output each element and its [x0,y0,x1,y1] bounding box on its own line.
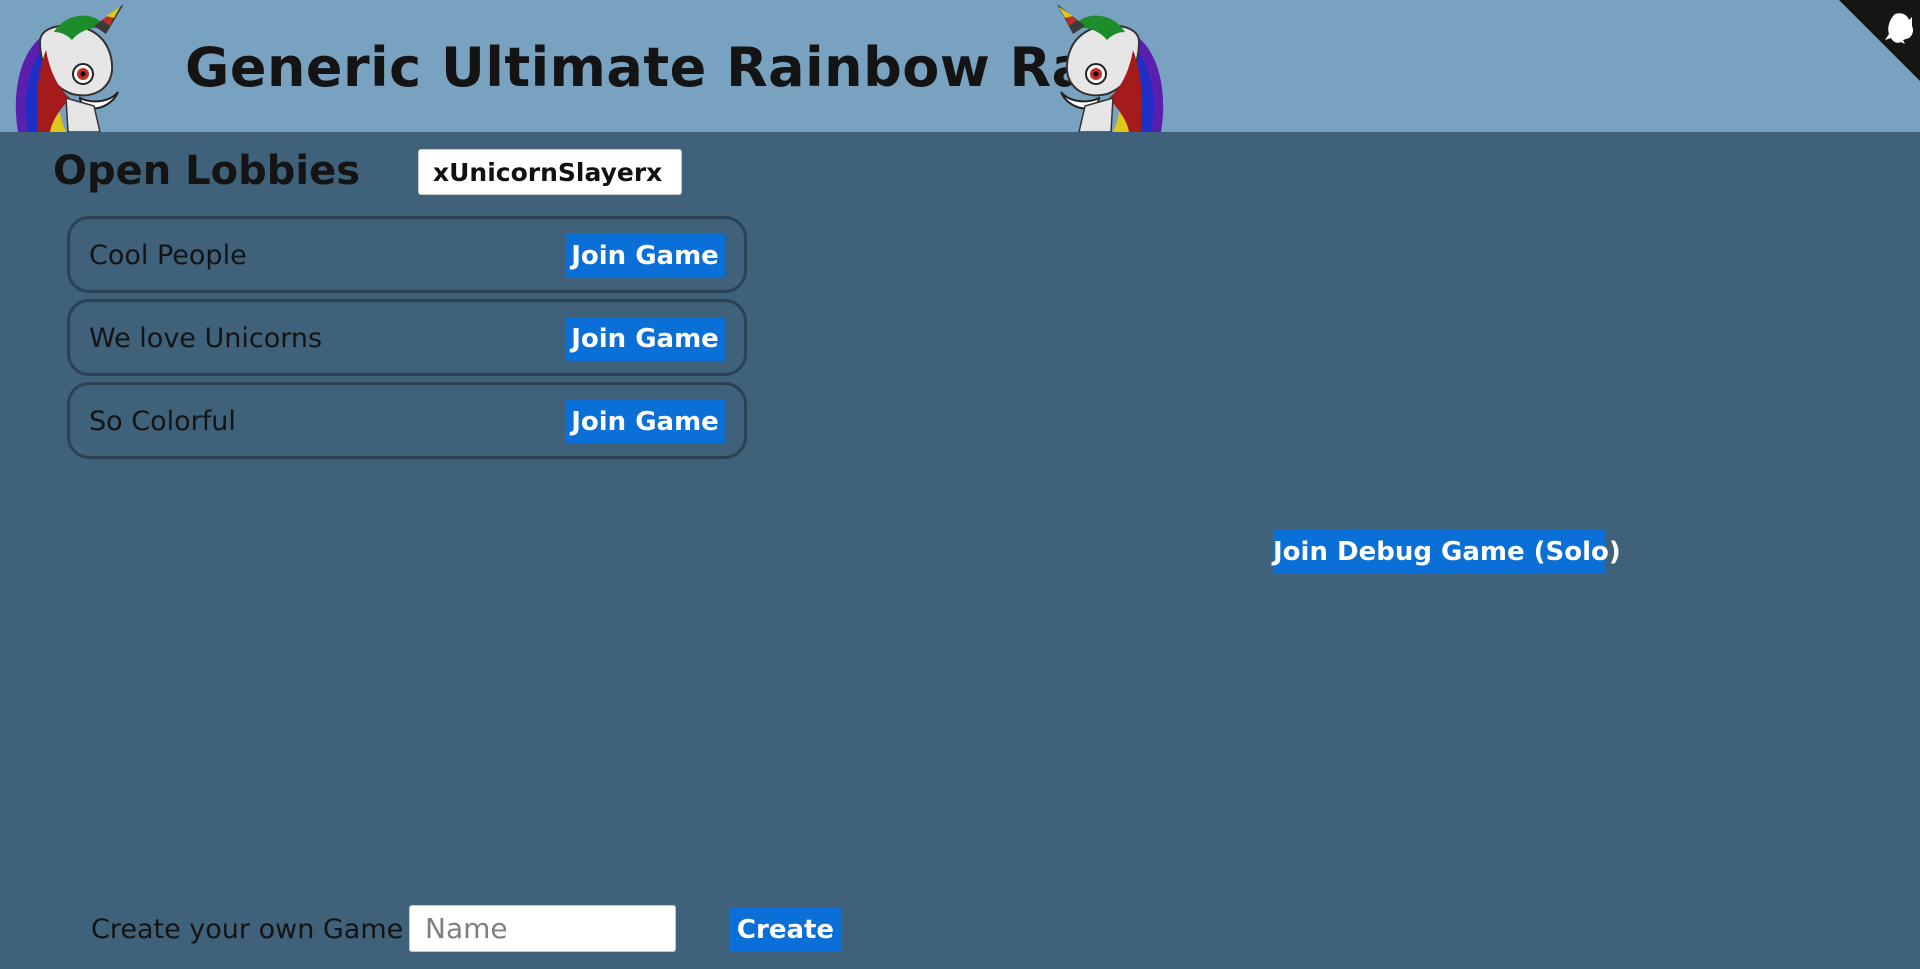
game-name-input[interactable] [409,905,676,952]
lobby-card: We love Unicorns Join Game [67,299,747,376]
lobby-card: Cool People Join Game [67,216,747,293]
lobby-list: Cool People Join Game We love Unicorns J… [67,216,747,465]
join-game-button[interactable]: Join Game [565,400,725,444]
unicorn-icon [1057,4,1164,132]
lobby-name: We love Unicorns [89,323,323,354]
header-bar: Generic Ultimate Rainbow Race [0,0,1920,132]
join-debug-game-button[interactable]: Join Debug Game (Solo) [1273,530,1621,574]
player-name-input[interactable] [418,149,682,195]
github-cat-icon[interactable] [1839,0,1920,81]
unicorn-icon [15,4,124,132]
open-lobbies-heading: Open Lobbies [53,148,361,194]
site-title: Generic Ultimate Rainbow Race [185,36,1159,99]
join-game-button[interactable]: Join Game [565,317,725,361]
lobby-name: So Colorful [89,406,236,437]
lobby-name: Cool People [89,240,247,271]
create-game-label: Create your own Game [91,914,404,945]
lobby-card: So Colorful Join Game [67,382,747,459]
join-game-button[interactable]: Join Game [565,234,725,278]
create-button[interactable]: Create [729,907,842,952]
